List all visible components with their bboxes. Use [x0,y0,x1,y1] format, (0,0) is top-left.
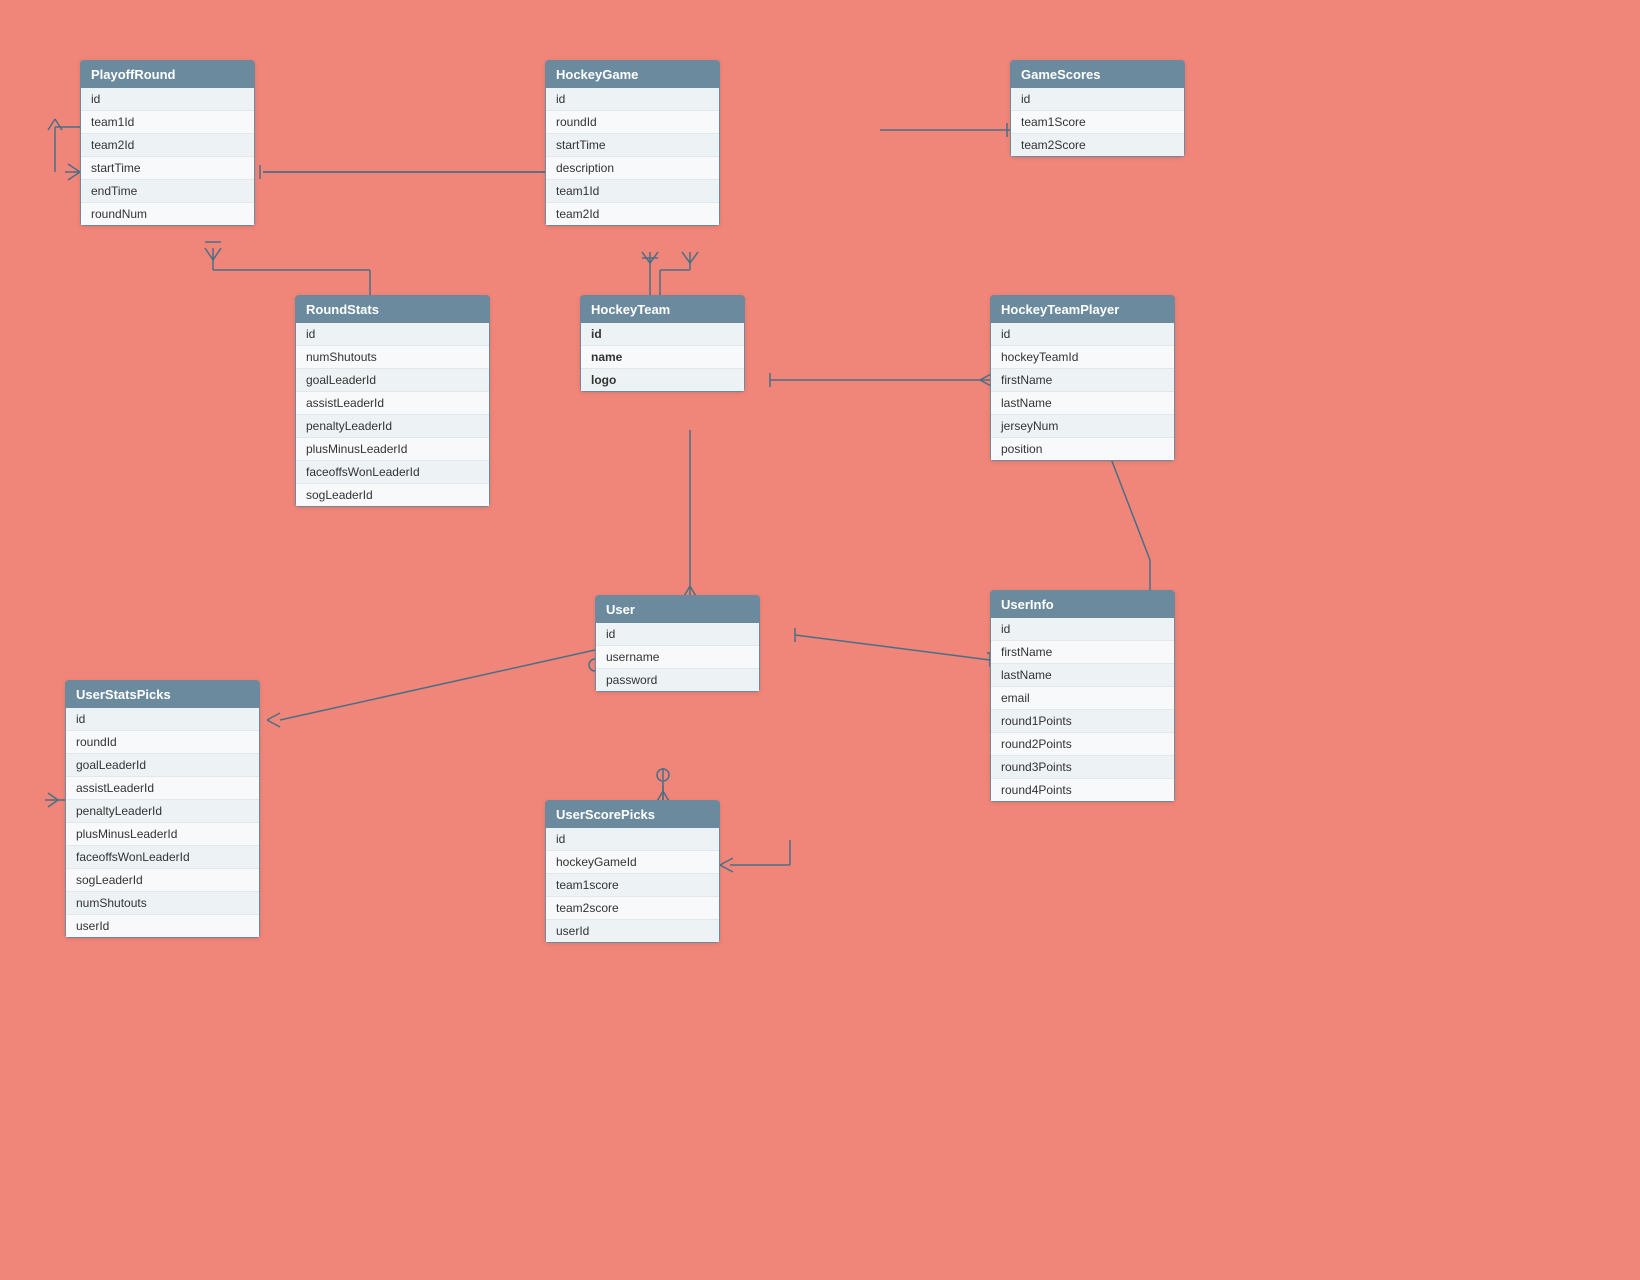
entity-game-scores: GameScores id team1Score team2Score [1010,60,1185,157]
field-hg-roundid: roundId [546,111,719,134]
field-ht-name: name [581,346,744,369]
field-u-password: password [596,669,759,691]
field-ht-logo: logo [581,369,744,391]
field-htp-jerseynum: jerseyNum [991,415,1174,438]
field-rs-sogleaderid: sogLeaderId [296,484,489,506]
entity-user: User id username password [595,595,760,692]
entity-header-user-stats-picks: UserStatsPicks [66,681,259,708]
entity-user-stats-picks: UserStatsPicks id roundId goalLeaderId a… [65,680,260,938]
field-gs-team2score: team2Score [1011,134,1184,156]
field-usp-sogleaderid: sogLeaderId [66,869,259,892]
field-usp-roundid: roundId [66,731,259,754]
field-ht-id: id [581,323,744,346]
field-hg-description: description [546,157,719,180]
field-hg-team2id: team2Id [546,203,719,225]
field-htp-id: id [991,323,1174,346]
field-hg-starttime: startTime [546,134,719,157]
field-pr-starttime: startTime [81,157,254,180]
entity-header-hockey-game: HockeyGame [546,61,719,88]
field-usp-id: id [66,708,259,731]
entity-hockey-team: HockeyTeam id name logo [580,295,745,392]
field-usp-faceoffswonleaderid: faceoffsWonLeaderId [66,846,259,869]
field-ui-email: email [991,687,1174,710]
field-pr-team2id: team2Id [81,134,254,157]
field-hg-id: id [546,88,719,111]
field-rs-id: id [296,323,489,346]
field-gs-id: id [1011,88,1184,111]
field-htp-lastname: lastName [991,392,1174,415]
field-uscp-team2score: team2score [546,897,719,920]
entity-header-playoff-round: PlayoffRound [81,61,254,88]
entity-header-hockey-team-player: HockeyTeamPlayer [991,296,1174,323]
entity-hockey-team-player: HockeyTeamPlayer id hockeyTeamId firstNa… [990,295,1175,461]
field-uscp-userid: userId [546,920,719,942]
field-ui-id: id [991,618,1174,641]
field-uscp-team1score: team1score [546,874,719,897]
field-pr-team1id: team1Id [81,111,254,134]
field-gs-team1score: team1Score [1011,111,1184,134]
field-pr-id: id [81,88,254,111]
entity-user-score-picks: UserScorePicks id hockeyGameId team1scor… [545,800,720,943]
field-rs-penaltyleaderid: penaltyLeaderId [296,415,489,438]
field-ui-round2points: round2Points [991,733,1174,756]
entity-playoff-round: PlayoffRound id team1Id team2Id startTim… [80,60,255,226]
entity-header-hockey-team: HockeyTeam [581,296,744,323]
diagram-canvas: PlayoffRound id team1Id team2Id startTim… [0,0,1640,1280]
field-rs-numshutouts: numShutouts [296,346,489,369]
field-usp-numshutouts: numShutouts [66,892,259,915]
field-htp-position: position [991,438,1174,460]
field-usp-assistleaderid: assistLeaderId [66,777,259,800]
field-ui-round4points: round4Points [991,779,1174,801]
entity-header-round-stats: RoundStats [296,296,489,323]
field-usp-plusminusleaderid: plusMinusLeaderId [66,823,259,846]
field-ui-round1points: round1Points [991,710,1174,733]
field-uscp-hockeygameid: hockeyGameId [546,851,719,874]
field-rs-faceoffswonleaderid: faceoffsWonLeaderId [296,461,489,484]
entity-user-info: UserInfo id firstName lastName email rou… [990,590,1175,802]
field-u-username: username [596,646,759,669]
field-ui-firstname: firstName [991,641,1174,664]
field-pr-endtime: endTime [81,180,254,203]
field-pr-roundnum: roundNum [81,203,254,225]
entity-header-user-info: UserInfo [991,591,1174,618]
entity-round-stats: RoundStats id numShutouts goalLeaderId a… [295,295,490,507]
field-rs-assistleaderid: assistLeaderId [296,392,489,415]
entity-header-user-score-picks: UserScorePicks [546,801,719,828]
field-rs-plusminusleaderid: plusMinusLeaderId [296,438,489,461]
field-ui-round3points: round3Points [991,756,1174,779]
field-ui-lastname: lastName [991,664,1174,687]
field-usp-penaltyleaderid: penaltyLeaderId [66,800,259,823]
field-uscp-id: id [546,828,719,851]
entity-header-user: User [596,596,759,623]
field-usp-goalleaderid: goalLeaderId [66,754,259,777]
field-u-id: id [596,623,759,646]
field-rs-goalleaderid: goalLeaderId [296,369,489,392]
entity-hockey-game: HockeyGame id roundId startTime descript… [545,60,720,226]
field-usp-userid: userId [66,915,259,937]
field-hg-team1id: team1Id [546,180,719,203]
field-htp-hockeyteamid: hockeyTeamId [991,346,1174,369]
entity-header-game-scores: GameScores [1011,61,1184,88]
field-htp-firstname: firstName [991,369,1174,392]
